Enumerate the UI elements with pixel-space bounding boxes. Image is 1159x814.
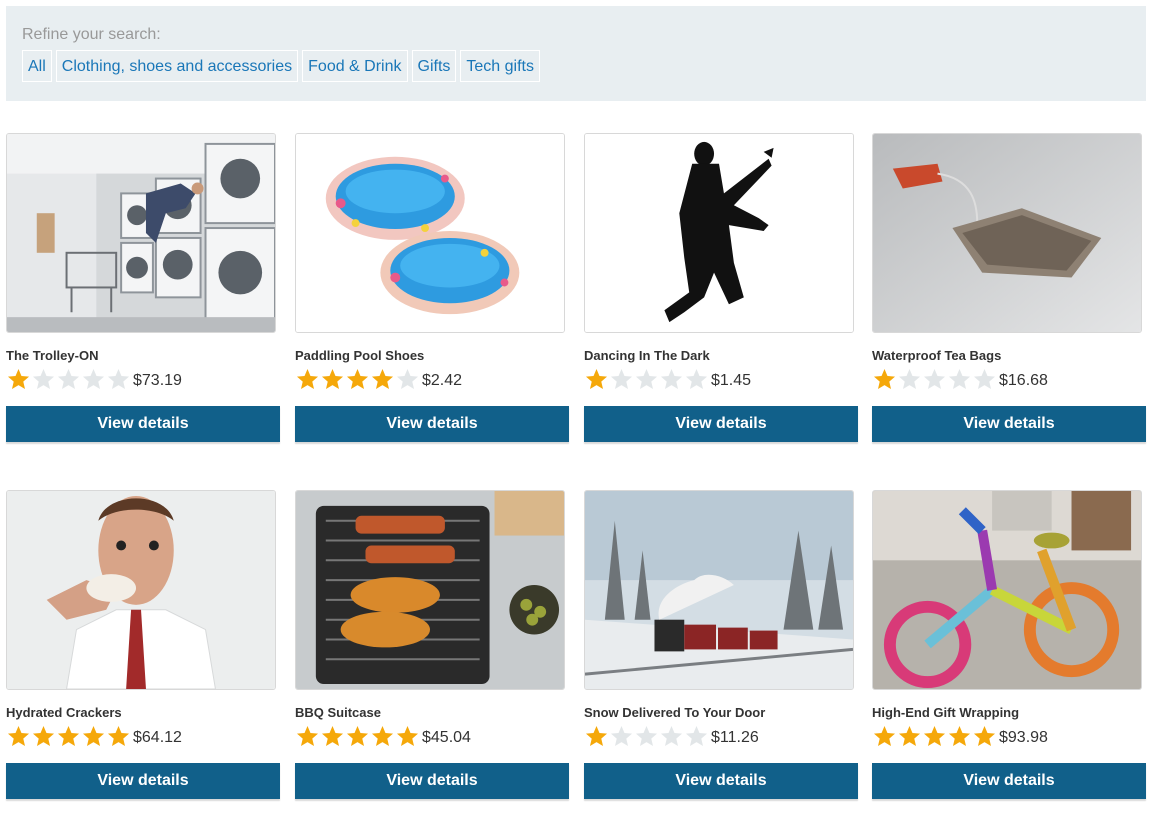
filter-food-drink[interactable]: Food & Drink [302,50,408,82]
product-price: $93.98 [999,729,1048,746]
filter-all[interactable]: All [22,50,52,82]
product-name[interactable]: Hydrated Crackers [6,705,122,720]
rating-row: $16.68 [872,368,1048,390]
star-filled-icon [973,725,996,747]
refine-search-panel: Refine your search: All Clothing, shoes … [6,6,1146,101]
product-name[interactable]: Dancing In The Dark [584,348,710,363]
star-rating [872,725,997,747]
star-empty-icon [610,368,633,390]
view-details-button[interactable]: View details [584,763,858,799]
star-filled-icon [923,725,946,747]
product-image-tea-bag[interactable] [872,133,1142,333]
view-details-button[interactable]: View details [872,406,1146,442]
filter-clothing[interactable]: Clothing, shoes and accessories [55,50,299,82]
product-price: $1.45 [711,372,752,389]
product-price: $16.68 [999,372,1048,389]
star-filled-icon [371,725,394,747]
product-name[interactable]: Paddling Pool Shoes [295,348,424,363]
star-filled-icon [898,725,921,747]
product-image-snow-train[interactable] [584,490,854,690]
star-filled-icon [346,725,369,747]
view-details-button[interactable]: View details [295,763,569,799]
star-filled-icon [948,725,971,747]
star-empty-icon [396,368,419,390]
star-empty-icon [923,368,946,390]
star-empty-icon [32,368,55,390]
star-filled-icon [585,725,608,747]
rating-row: $2.42 [295,368,462,390]
star-filled-icon [346,368,369,390]
star-empty-icon [57,368,80,390]
star-filled-icon [371,368,394,390]
product-name[interactable]: Waterproof Tea Bags [872,348,1001,363]
product-price: $11.26 [711,729,759,746]
star-empty-icon [82,368,105,390]
star-empty-icon [660,725,683,747]
product-image-laundromat[interactable] [6,133,276,333]
product-price: $2.42 [422,372,463,389]
star-filled-icon [7,725,30,747]
star-rating [584,368,709,390]
product-name[interactable]: Snow Delivered To Your Door [584,705,765,720]
star-filled-icon [321,725,344,747]
star-empty-icon [107,368,130,390]
star-empty-icon [635,725,658,747]
star-filled-icon [107,725,130,747]
star-empty-icon [685,368,708,390]
view-details-button[interactable]: View details [6,763,280,799]
star-filled-icon [321,368,344,390]
star-filled-icon [585,368,608,390]
star-rating [584,725,709,747]
star-filled-icon [7,368,30,390]
product-image-knitted-bicycle[interactable] [872,490,1142,690]
product-image-bbq-grill[interactable] [295,490,565,690]
product-image-man-eating-cracker[interactable] [6,490,276,690]
star-rating [295,368,420,390]
rating-row: $11.26 [584,725,759,747]
filter-gifts[interactable]: Gifts [411,50,457,82]
star-filled-icon [57,725,80,747]
star-empty-icon [610,725,633,747]
rating-row: $64.12 [6,725,182,747]
view-details-button[interactable]: View details [584,406,858,442]
star-filled-icon [296,368,319,390]
rating-row: $93.98 [872,725,1048,747]
view-details-button[interactable]: View details [6,406,280,442]
star-rating [6,725,131,747]
star-rating [295,725,420,747]
star-filled-icon [32,725,55,747]
star-rating [872,368,997,390]
star-filled-icon [873,725,896,747]
star-filled-icon [873,368,896,390]
star-filled-icon [296,725,319,747]
star-empty-icon [973,368,996,390]
product-price: $73.19 [133,372,182,389]
category-filters: All Clothing, shoes and accessories Food… [22,50,540,82]
star-empty-icon [635,368,658,390]
product-name[interactable]: BBQ Suitcase [295,705,381,720]
filter-tech-gifts[interactable]: Tech gifts [460,50,540,82]
product-price: $45.04 [422,729,471,746]
star-empty-icon [898,368,921,390]
rating-row: $45.04 [295,725,471,747]
product-name[interactable]: High-End Gift Wrapping [872,705,1019,720]
refine-search-label: Refine your search: [22,26,161,43]
view-details-button[interactable]: View details [872,763,1146,799]
star-empty-icon [660,368,683,390]
star-filled-icon [396,725,419,747]
product-image-paddling-pools[interactable] [295,133,565,333]
rating-row: $73.19 [6,368,182,390]
star-filled-icon [82,725,105,747]
product-image-dancing-silhouette[interactable] [584,133,854,333]
product-price: $64.12 [133,729,182,746]
star-rating [6,368,131,390]
view-details-button[interactable]: View details [295,406,569,442]
star-empty-icon [685,725,708,747]
product-name[interactable]: The Trolley-ON [6,348,98,363]
rating-row: $1.45 [584,368,751,390]
star-empty-icon [948,368,971,390]
